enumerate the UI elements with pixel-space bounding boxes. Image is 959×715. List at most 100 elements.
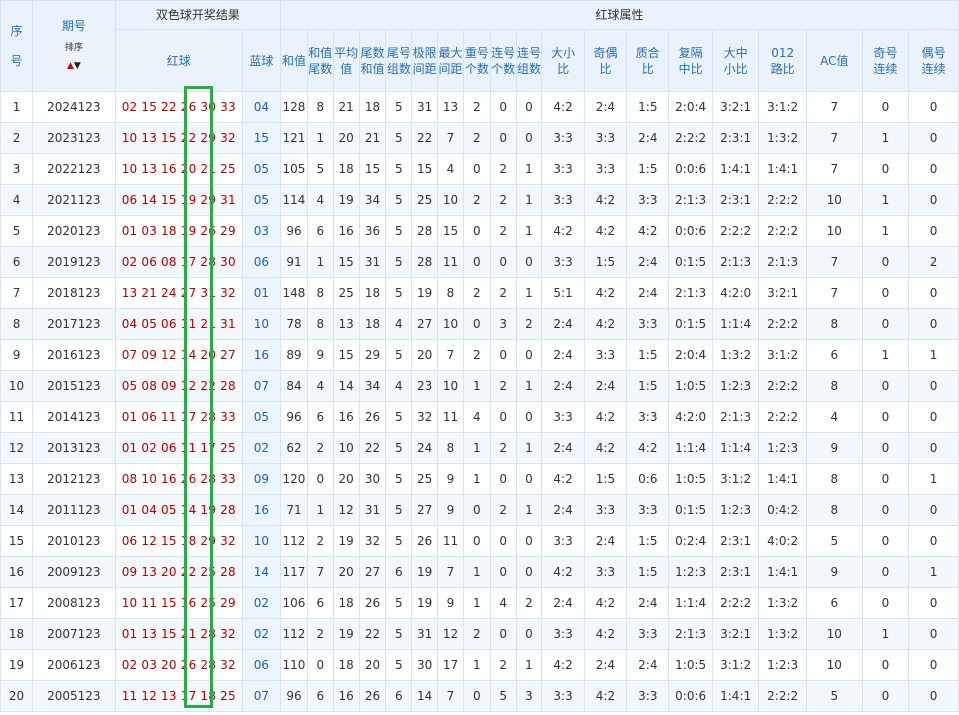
tail-groups-cell: 5 xyxy=(385,401,413,433)
consec-groups-cell: 1 xyxy=(515,649,543,681)
odd-even-cell: 4:2 xyxy=(583,680,628,712)
even-cont-cell: 0 xyxy=(908,432,959,464)
rep-gap-cell: 0:1:5 xyxy=(668,494,713,526)
big-small-cell: 2:4 xyxy=(541,308,585,340)
even-cont-cell: 0 xyxy=(908,649,959,681)
period-header[interactable]: 期号 排序 ▲▼ xyxy=(32,0,116,92)
avg-cell: 15 xyxy=(332,246,360,278)
odd-even-cell: 3:3 xyxy=(583,153,628,185)
consec-groups-cell: 3 xyxy=(515,680,543,712)
rep-gap-cell: 0:2:4 xyxy=(668,525,713,557)
tail-sum-cell: 18 xyxy=(358,91,387,123)
prime-cell: 4:2 xyxy=(626,215,670,247)
limit-gap-cell: 22 xyxy=(411,122,439,154)
prime-cell: 2:4 xyxy=(626,277,670,309)
avg-cell: 20 xyxy=(332,463,360,495)
even-cont-cell: 0 xyxy=(908,525,959,557)
tail-sum-cell: 18 xyxy=(358,308,387,340)
odd-even-cell: 2:4 xyxy=(583,370,628,402)
red-ball-header: 红球 xyxy=(114,29,243,92)
limit-gap-cell: 32 xyxy=(411,401,439,433)
sort-up-arrow-icon[interactable]: ▲ xyxy=(67,61,74,71)
consec-groups-cell: 0 xyxy=(515,122,543,154)
bms-cell: 1:3:2 xyxy=(711,339,760,371)
red-balls-cell: 05 08 09 12 22 28 xyxy=(114,370,243,402)
consec-count-cell: 2 xyxy=(489,370,517,402)
red-balls-cell: 04 05 06 11 21 31 xyxy=(114,308,243,340)
ac-cell: 8 xyxy=(805,494,863,526)
table-row: 3 2022123 10 13 16 20 21 25 05 105 5 18 15 5 15 4 0… xyxy=(0,153,959,185)
sort-down-arrow-icon[interactable]: ▼ xyxy=(74,61,81,71)
big-small-cell: 2:4 xyxy=(541,587,585,619)
prime-cell: 1:5 xyxy=(626,370,670,402)
prime-cell: 2:4 xyxy=(626,246,670,278)
seq-cell: 19 xyxy=(0,649,34,681)
red-balls-cell: 02 03 20 26 28 32 xyxy=(114,649,243,681)
avg-cell: 18 xyxy=(332,587,360,619)
sum-tail-cell: 4 xyxy=(306,370,334,402)
odd-cont-cell: 0 xyxy=(861,153,910,185)
ac-cell: 8 xyxy=(805,308,863,340)
max-gap-cell: 7 xyxy=(437,339,464,371)
route-cell: 2:2:2 xyxy=(758,184,807,216)
limit-gap-cell: 19 xyxy=(411,277,439,309)
table-row: 13 2012123 08 10 16 26 28 33 09 120 0 20 30 5 25 9… xyxy=(0,463,959,495)
ac-cell: 8 xyxy=(805,463,863,495)
route-cell: 1:4:1 xyxy=(758,153,807,185)
tail-groups-cell: 6 xyxy=(385,680,413,712)
max-gap-cell: 9 xyxy=(437,587,464,619)
odd-even-cell: 1:5 xyxy=(583,463,628,495)
blue-ball-cell: 03 xyxy=(241,215,282,247)
red-balls-cell: 09 13 20 22 25 28 xyxy=(114,556,243,588)
consec-groups-cell: 0 xyxy=(515,463,543,495)
sum-tail-cell: 2 xyxy=(306,525,334,557)
route-cell: 1:3:2 xyxy=(758,587,807,619)
even-cont-cell: 0 xyxy=(908,277,959,309)
period-cell: 2009123 xyxy=(32,556,116,588)
table-row: 14 2011123 01 04 05 14 19 28 16 71 1 12 31 5 27 9 0… xyxy=(0,494,959,526)
tail-sum-cell: 21 xyxy=(358,122,387,154)
repeat-cell: 0 xyxy=(462,153,491,185)
repeat-cell: 1 xyxy=(462,432,491,464)
tail-sum-cell: 36 xyxy=(358,215,387,247)
attr-header-odd-cont: 奇号 连续 xyxy=(861,29,910,92)
even-cont-cell: 0 xyxy=(908,401,959,433)
sort-control[interactable]: 排序 ▲▼ xyxy=(34,39,115,75)
table-row: 4 2021123 06 14 15 19 29 31 05 114 4 19 34 5 25 10… xyxy=(0,184,959,216)
bms-cell: 1:1:4 xyxy=(711,308,760,340)
tail-sum-cell: 18 xyxy=(358,277,387,309)
consec-count-cell: 0 xyxy=(489,339,517,371)
seq-cell: 2 xyxy=(0,122,34,154)
sum-tail-cell: 2 xyxy=(306,618,334,650)
consec-count-cell: 2 xyxy=(489,277,517,309)
table-row: 16 2009123 09 13 20 22 25 28 14 117 7 20 27 6 19 7… xyxy=(0,556,959,588)
consec-groups-cell: 0 xyxy=(515,339,543,371)
red-balls-cell: 01 04 05 14 19 28 xyxy=(114,494,243,526)
odd-cont-cell: 0 xyxy=(861,525,910,557)
max-gap-cell: 9 xyxy=(437,494,464,526)
seq-cell: 20 xyxy=(0,680,34,712)
prime-cell: 1:5 xyxy=(626,91,670,123)
sum-tail-cell: 6 xyxy=(306,215,334,247)
avg-cell: 20 xyxy=(332,122,360,154)
sum-cell: 121 xyxy=(280,122,308,154)
consec-count-cell: 5 xyxy=(489,680,517,712)
consec-count-cell: 0 xyxy=(489,122,517,154)
limit-gap-cell: 25 xyxy=(411,463,439,495)
period-cell: 2007123 xyxy=(32,618,116,650)
period-cell: 2015123 xyxy=(32,370,116,402)
route-cell: 2:2:2 xyxy=(758,308,807,340)
tail-sum-cell: 26 xyxy=(358,680,387,712)
max-gap-cell: 13 xyxy=(437,91,464,123)
blue-ball-cell: 01 xyxy=(241,277,282,309)
period-cell: 2006123 xyxy=(32,649,116,681)
table-row: 9 2016123 07 09 12 14 20 27 16 89 9 15 29 5 20 7 2 0… xyxy=(0,339,959,371)
attr-header-rep-gap: 复隔 中比 xyxy=(668,29,713,92)
seq-cell: 4 xyxy=(0,184,34,216)
bms-cell: 1:2:3 xyxy=(711,370,760,402)
table-row: 12 2013123 01 02 06 11 17 25 02 62 2 10 22 5 24 8 1… xyxy=(0,432,959,464)
repeat-cell: 1 xyxy=(462,649,491,681)
route-cell: 3:1:2 xyxy=(758,339,807,371)
sum-cell: 96 xyxy=(280,215,308,247)
sum-cell: 96 xyxy=(280,401,308,433)
